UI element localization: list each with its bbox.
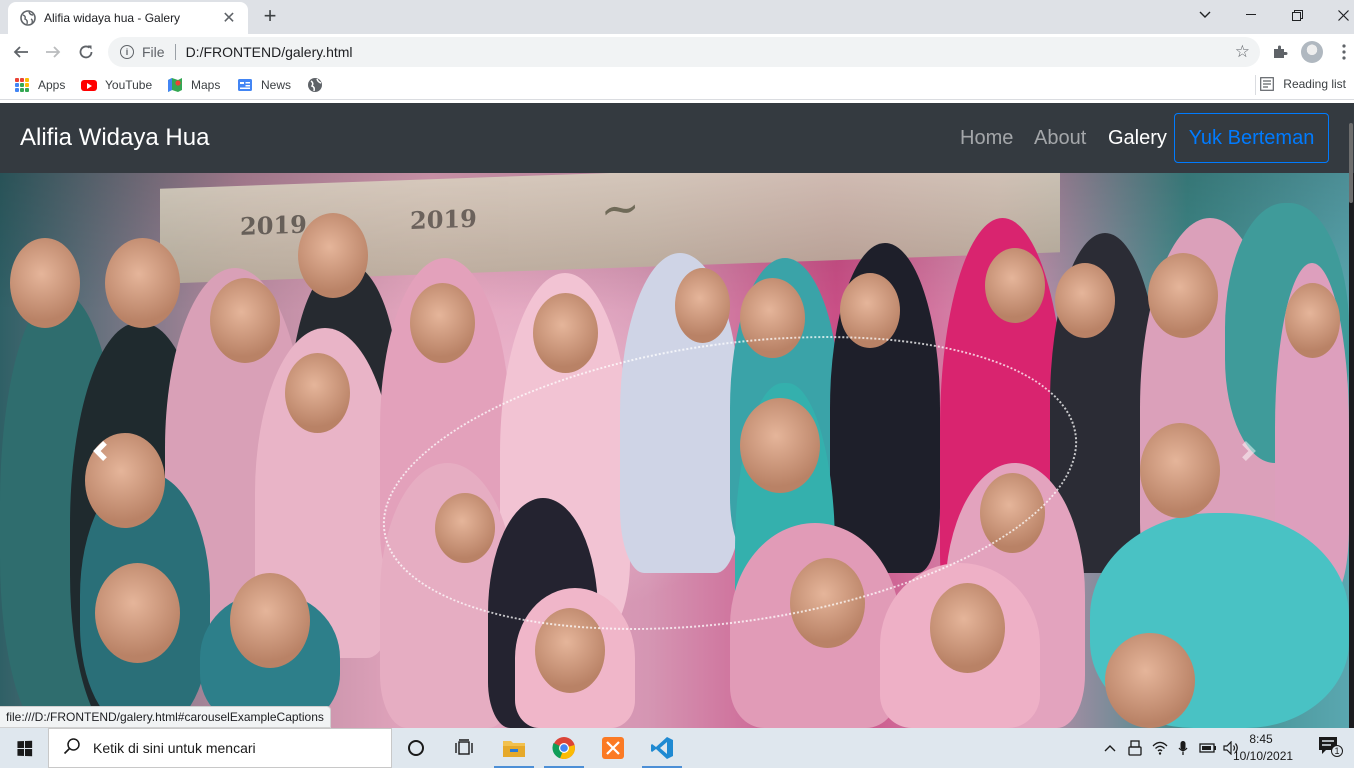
maps-icon [167,77,183,93]
new-tab-button[interactable]: + [258,5,282,29]
reload-icon[interactable] [74,40,98,64]
reading-list-button[interactable]: Reading list [1259,76,1346,92]
photo-face [533,293,598,373]
browser-tab[interactable]: Alifia widaya hua - Galery ✕ [8,2,248,34]
page-scrollbar[interactable] [1349,123,1353,203]
start-button[interactable] [0,728,48,768]
minimize-button[interactable] [1228,0,1274,30]
site-navbar: Alifia Widaya Hua Home About Galery Yuk … [0,103,1354,173]
back-icon[interactable] [9,40,33,64]
browser-toolbar: i File D:/FRONTEND/galery.html ☆ [0,34,1354,70]
url-scheme-label: File [142,44,165,60]
windows-logo-icon [16,740,32,756]
gallery-carousel: 2019 2019 ~ [0,173,1349,728]
site-brand[interactable]: Alifia Widaya Hua [20,124,209,152]
xampp-icon[interactable] [589,728,637,768]
banner-script-lettering: ~ [597,179,644,239]
nav-link-galery[interactable]: Galery [1108,127,1167,150]
usb-device-icon[interactable] [1124,728,1146,768]
bookmark-maps[interactable]: Maps [167,76,220,94]
chevron-up-icon[interactable] [1100,728,1120,768]
link-status-bubble: file:///D:/FRONTEND/galery.html#carousel… [0,706,331,728]
apps-grid-icon [14,77,30,93]
youtube-icon [81,77,97,93]
bookmark-globe[interactable] [307,76,331,94]
taskbar-clock[interactable]: 8:45 10/10/2021 [1233,731,1294,765]
search-icon [63,737,81,760]
bookmark-youtube[interactable]: YouTube [81,76,152,94]
bookmark-apps[interactable]: Apps [14,76,65,94]
reading-list-icon [1259,76,1275,92]
extensions-puzzle-icon[interactable] [1268,40,1292,64]
yuk-berteman-button[interactable]: Yuk Berteman [1174,113,1329,163]
close-tab-icon[interactable]: ✕ [220,8,238,28]
nav-link-about[interactable]: About [1034,127,1086,150]
cortana-icon[interactable] [392,728,440,768]
news-icon [237,77,253,93]
bookmarks-bar: Apps YouTube Maps News Reading list [0,70,1354,100]
chevron-right-icon [1239,440,1259,461]
bookmark-label: News [261,78,292,92]
forward-icon[interactable] [41,40,65,64]
photo-face [410,283,475,363]
bookmarks-divider [1255,75,1256,95]
photo-face [985,248,1045,323]
browser-tab-strip: Alifia widaya hua - Galery ✕ + [0,0,1354,34]
web-page: Alifia Widaya Hua Home About Galery Yuk … [0,103,1354,728]
photo-face [930,583,1005,673]
clock-date: 10/10/2021 [1233,749,1294,763]
globe-icon [20,10,36,26]
bookmark-label: YouTube [105,78,153,92]
task-view-icon[interactable] [440,728,488,768]
photo-face [230,573,310,668]
photo-face [285,353,350,433]
restore-button[interactable] [1274,0,1320,30]
carousel-prev-control[interactable] [0,173,200,728]
clock-time: 8:45 [1249,732,1273,746]
bookmark-news[interactable]: News [237,76,291,94]
close-window-button[interactable] [1320,0,1354,30]
notification-center-icon[interactable]: 1 [1318,736,1344,760]
address-bar[interactable]: i File D:/FRONTEND/galery.html ☆ [108,37,1260,67]
bookmark-label: Maps [191,78,221,92]
search-placeholder: Ketik di sini untuk mencari [93,740,256,756]
chevron-left-icon [90,440,110,461]
taskbar-search-box[interactable]: Ketik di sini untuk mencari [48,728,392,768]
chevron-down-icon[interactable] [1182,0,1228,30]
photo-face [1055,263,1115,338]
windows-taskbar: Ketik di sini untuk mencari 8:45 10/10/2… [0,728,1354,768]
banner-year: 2019 [240,209,307,241]
menu-kebab-icon[interactable] [1332,40,1354,64]
photo-face [675,268,730,343]
notification-badge: 1 [1331,745,1343,757]
chrome-icon[interactable] [540,728,588,768]
photo-face [210,278,280,363]
reading-list-label: Reading list [1283,77,1346,91]
banner-year: 2019 [410,203,477,235]
info-icon[interactable]: i [120,45,134,59]
file-explorer-icon[interactable] [490,728,538,768]
carousel-next-control[interactable] [1149,173,1349,728]
photo-face [298,213,368,298]
nav-link-home[interactable]: Home [960,127,1013,150]
globe-icon [307,77,323,93]
url-text[interactable]: D:/FRONTEND/galery.html [186,44,353,60]
wifi-icon[interactable] [1148,728,1172,768]
url-divider [174,44,176,60]
bookmark-star-icon[interactable]: ☆ [1235,42,1250,62]
profile-avatar[interactable] [1300,40,1324,64]
battery-icon[interactable] [1196,728,1220,768]
bookmark-label: Apps [38,78,66,92]
tab-title: Alifia widaya hua - Galery [44,11,181,25]
microphone-icon[interactable] [1172,728,1194,768]
vscode-icon[interactable] [638,728,686,768]
